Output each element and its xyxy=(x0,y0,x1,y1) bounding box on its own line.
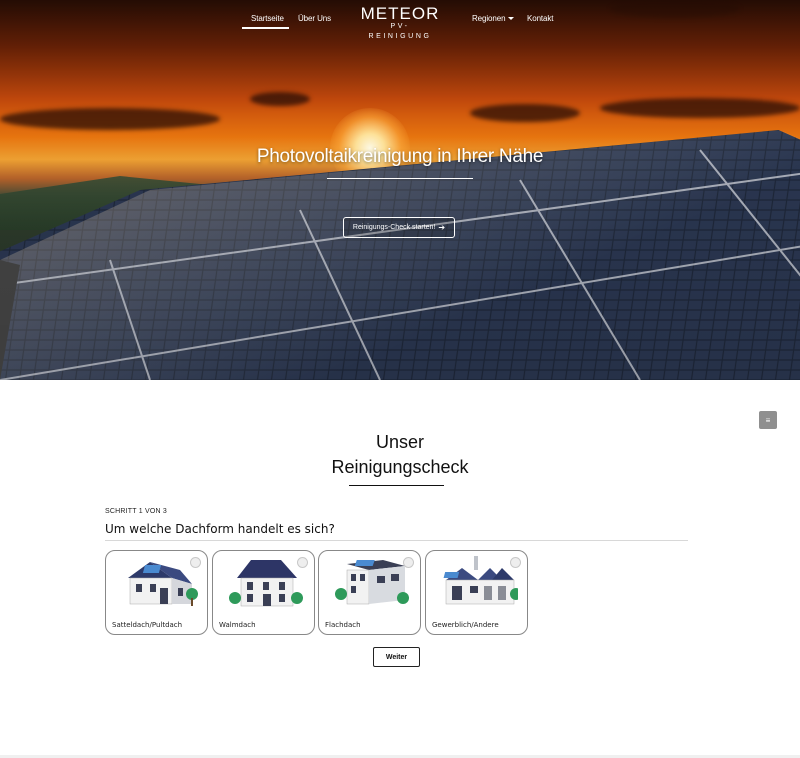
flat-roof-house-icon xyxy=(335,560,409,605)
nav-link-kontakt[interactable]: Kontakt xyxy=(527,14,554,23)
option-card-gewerblich[interactable]: Gewerblich/Andere xyxy=(425,550,528,635)
option-label: Satteldach/Pultdach xyxy=(112,621,183,629)
option-label: Gewerblich/Andere xyxy=(432,621,499,629)
option-radio[interactable] xyxy=(403,557,414,568)
option-radio[interactable] xyxy=(510,557,521,568)
top-navigation: Startseite Über Uns METEOR PV-REINIGUNG … xyxy=(0,0,800,40)
nav-link-regionen[interactable]: Regionen xyxy=(472,14,515,23)
nav-link-regionen-label: Regionen xyxy=(472,14,506,23)
gable-roof-house-icon xyxy=(128,562,198,606)
option-radio[interactable] xyxy=(190,557,201,568)
commercial-building-icon xyxy=(443,556,518,605)
section-title-line2: Reinigungscheck xyxy=(331,457,469,477)
active-nav-indicator xyxy=(242,27,289,29)
hero-title: Photovoltaikreinigung in Ihrer Nähe xyxy=(256,146,544,167)
next-button[interactable]: Weiter xyxy=(373,647,420,667)
option-card-satteldach[interactable]: Satteldach/Pultdach xyxy=(105,550,208,635)
chevron-down-icon xyxy=(508,17,515,21)
arrow-right-icon: ➔ xyxy=(438,223,446,232)
option-card-walmdach[interactable]: Walmdach xyxy=(212,550,315,635)
option-radio[interactable] xyxy=(297,557,308,568)
logo-sub-text: PV-REINIGUNG xyxy=(368,23,432,40)
logo-main-text: METEOR xyxy=(360,4,440,23)
start-check-button-label: Reinigungs-Check starten! xyxy=(352,224,436,231)
nav-link-startseite[interactable]: Startseite xyxy=(251,14,284,23)
hero-banner xyxy=(0,0,800,380)
hero-divider xyxy=(327,178,473,179)
question-divider xyxy=(105,540,688,541)
option-label: Flachdach xyxy=(325,621,361,629)
menu-icon[interactable]: ≡ xyxy=(759,411,777,429)
site-logo[interactable]: METEOR PV-REINIGUNG xyxy=(359,5,441,42)
option-card-flachdach[interactable]: Flachdach xyxy=(318,550,421,635)
section-divider xyxy=(349,485,444,486)
section-title: Unser Reinigungscheck xyxy=(0,430,800,480)
nav-link-ueber-uns[interactable]: Über Uns xyxy=(298,14,331,23)
step-indicator: SCHRITT 1 VON 3 xyxy=(105,508,167,515)
hero-overlay xyxy=(0,0,800,380)
start-check-button[interactable]: Reinigungs-Check starten! ➔ xyxy=(343,217,455,238)
wizard-question: Um welche Dachform handelt es sich? xyxy=(105,522,335,536)
hip-roof-house-icon xyxy=(229,560,303,607)
section-title-line1: Unser xyxy=(375,432,424,452)
option-label: Walmdach xyxy=(219,621,256,629)
